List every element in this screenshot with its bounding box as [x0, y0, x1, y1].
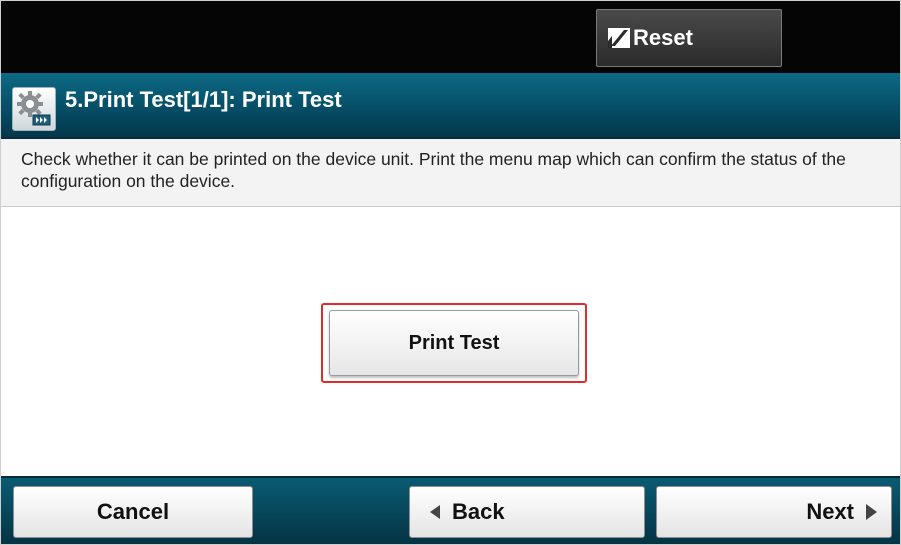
triangle-right-icon: [866, 504, 877, 520]
device-panel-screen: Reset 5.Print Test[1/1]: Print Test Chec…: [0, 0, 901, 545]
triangle-left-icon: [430, 505, 440, 519]
next-button[interactable]: Next: [656, 486, 892, 538]
main-area: Print Test: [1, 208, 900, 476]
next-label: Next: [806, 499, 854, 524]
reset-slash-icon: [607, 27, 631, 49]
top-bar: Reset: [1, 1, 900, 73]
cancel-label: Cancel: [96, 499, 170, 524]
back-button[interactable]: Back: [409, 486, 645, 538]
description-text: Check whether it can be printed on the d…: [1, 139, 900, 207]
page-title: 5.Print Test[1/1]: Print Test: [65, 87, 342, 112]
reset-button[interactable]: Reset: [596, 9, 782, 67]
back-label: Back: [452, 499, 505, 524]
print-test-button[interactable]: Print Test: [329, 310, 579, 376]
settings-gear-icon: [12, 87, 56, 131]
reset-label: Reset: [633, 25, 693, 50]
title-bar: 5.Print Test[1/1]: Print Test: [1, 73, 900, 139]
bottom-bar: Cancel Back Next: [1, 476, 900, 544]
cancel-button[interactable]: Cancel: [13, 486, 253, 538]
